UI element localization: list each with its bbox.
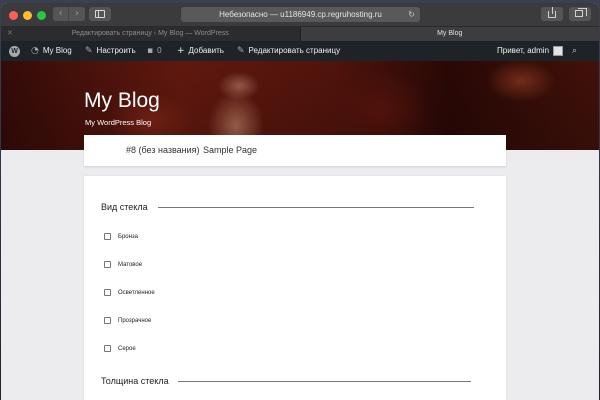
window-controls: [9, 11, 46, 20]
section-title: Толщина стекла: [101, 376, 169, 386]
search-icon: ⌕: [572, 46, 578, 56]
new-content-menu[interactable]: + Добавить: [177, 41, 224, 61]
pencil-icon: ✎: [237, 46, 245, 56]
tabs-icon: [575, 8, 587, 17]
content-card: Вид стекла Бронза Матовое Осветленное Пр…: [84, 176, 506, 400]
browser-toolbar: ‹ › Небезопасно — u1186949.cp.regruhosti…: [1, 3, 599, 27]
comments-menu[interactable]: ▪ 0: [147, 41, 162, 61]
site-title[interactable]: My Blog: [84, 89, 160, 113]
edit-page-label: Редактировать страницу: [248, 46, 341, 55]
tab-edit-page[interactable]: ✕ Редактировать страницу ‹ My Blog — Wor…: [1, 27, 300, 41]
comments-count: 0: [157, 46, 162, 55]
wordpress-logo-icon: W: [9, 45, 20, 57]
option-transparent[interactable]: Прозрачное: [104, 317, 151, 324]
avatar: [553, 46, 564, 56]
customize-label: Настроить: [96, 46, 136, 55]
customize-menu[interactable]: ✎ Настроить: [85, 41, 136, 61]
tab-overview-button[interactable]: [569, 7, 591, 21]
tab-my-blog[interactable]: My Blog: [299, 27, 599, 41]
tab-label: My Blog: [437, 30, 463, 37]
tab-bar: ✕ Редактировать страницу ‹ My Blog — Wor…: [1, 27, 599, 41]
add-new-label: Добавить: [188, 46, 224, 55]
sidebar-icon: [95, 10, 105, 18]
search-button[interactable]: ⌕: [572, 41, 577, 61]
nav-item-untitled[interactable]: #8 (без названия): [126, 135, 200, 166]
option-label: Осветленное: [118, 289, 155, 296]
share-icon: [548, 7, 556, 18]
url-text: Небезопасно — u1186949.cp.regruhosting.r…: [219, 10, 382, 19]
option-label: Бронза: [118, 233, 139, 240]
option-clarified[interactable]: Осветленное: [104, 289, 155, 296]
forward-button[interactable]: ›: [69, 7, 85, 21]
reload-icon[interactable]: ↻: [408, 7, 415, 22]
share-button[interactable]: [541, 7, 563, 21]
edit-page-link[interactable]: ✎ Редактировать страницу: [237, 41, 340, 61]
section-title: Вид стекла: [101, 202, 148, 212]
brush-icon: ✎: [85, 46, 93, 56]
address-bar[interactable]: Небезопасно — u1186949.cp.regruhosting.r…: [181, 7, 420, 22]
checkbox[interactable]: [104, 289, 111, 296]
my-account-menu[interactable]: Привет, admin: [497, 41, 564, 61]
primary-navigation: #8 (без названия) Sample Page: [84, 135, 506, 166]
glass-type-heading: Вид стекла: [101, 202, 148, 212]
site-name-label: My Blog: [42, 46, 72, 55]
maximize-window-button[interactable]: [37, 11, 46, 20]
checkbox[interactable]: [104, 261, 111, 268]
wp-logo-menu[interactable]: W: [9, 41, 20, 61]
divider-line: [158, 207, 474, 208]
divider-line: [178, 381, 471, 382]
sidebar-toggle-button[interactable]: [89, 7, 111, 21]
checkbox[interactable]: [104, 317, 111, 324]
checkbox[interactable]: [104, 233, 111, 240]
option-label: Матовое: [118, 261, 143, 268]
nav-item-sample-page[interactable]: Sample Page: [203, 135, 257, 166]
site-name-menu[interactable]: ◔ My Blog: [31, 41, 72, 61]
option-bronze[interactable]: Бронза: [104, 233, 138, 240]
close-window-button[interactable]: [9, 11, 18, 20]
option-label: Прозрачное: [118, 317, 152, 324]
glass-thickness-heading: Толщина стекла: [101, 376, 169, 386]
tab-label: Редактировать страницу ‹ My Blog — WordP…: [71, 30, 229, 37]
option-matte[interactable]: Матовое: [104, 261, 142, 268]
site-description: My WordPress Blog: [85, 118, 152, 127]
dashboard-icon: ◔: [31, 46, 39, 56]
close-tab-icon[interactable]: ✕: [7, 27, 13, 41]
comment-icon: ▪: [147, 46, 154, 56]
wp-admin-bar: W ◔ My Blog ✎ Настроить ▪ 0 + Добавить ✎…: [1, 41, 599, 61]
history-nav: ‹ ›: [53, 7, 85, 21]
checkbox[interactable]: [104, 345, 111, 352]
greeting-label: Привет, admin: [497, 46, 550, 55]
plus-icon: +: [177, 46, 185, 56]
back-button[interactable]: ‹: [53, 7, 69, 21]
minimize-window-button[interactable]: [23, 11, 32, 20]
option-label: Серое: [118, 345, 136, 352]
option-grey[interactable]: Серое: [104, 345, 136, 352]
